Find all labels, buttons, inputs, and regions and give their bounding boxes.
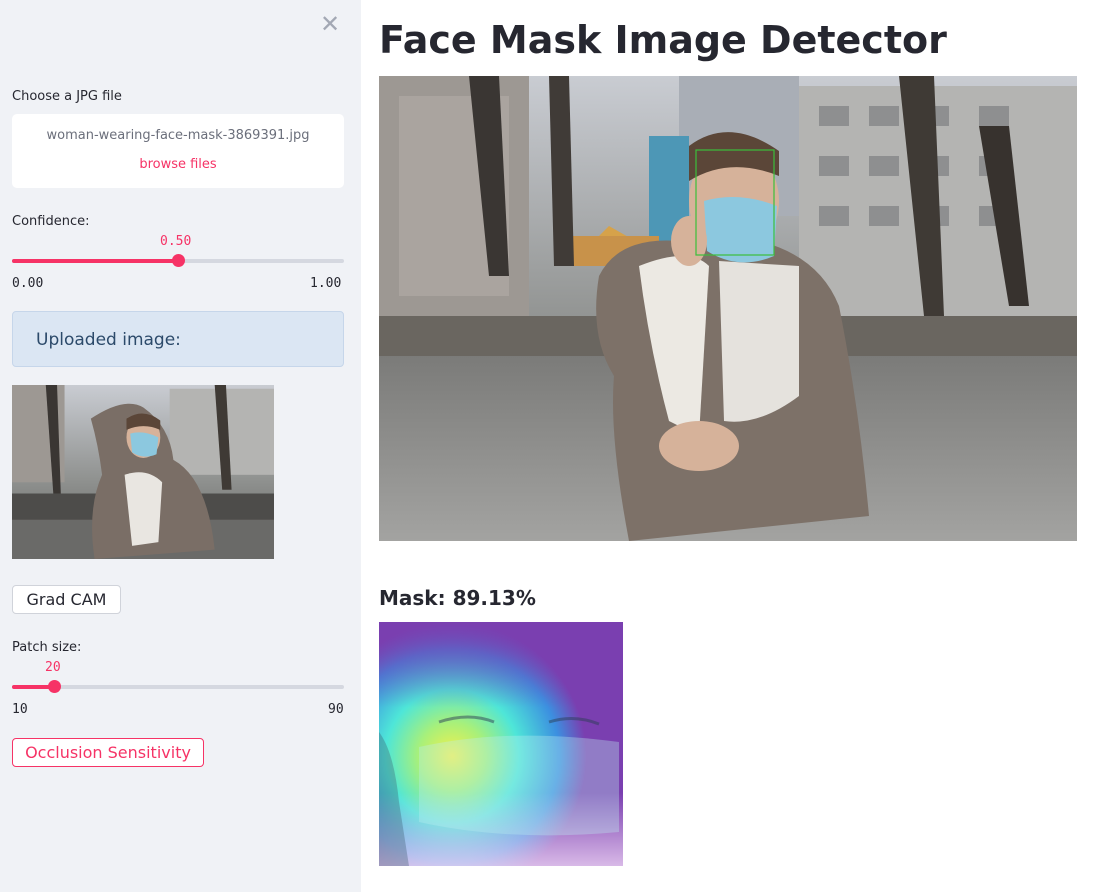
- grad-cam-button[interactable]: Grad CAM: [12, 585, 121, 614]
- patch-size-min: 10: [12, 702, 28, 717]
- confidence-slider-fill: [12, 259, 178, 263]
- close-icon[interactable]: ✕: [318, 12, 342, 36]
- confidence-slider-thumb[interactable]: [172, 254, 185, 267]
- confidence-slider[interactable]: [12, 254, 344, 267]
- uploaded-image-thumbnail: [12, 385, 274, 559]
- sidebar: ✕ Choose a JPG file woman-wearing-face-m…: [0, 0, 361, 892]
- patch-size-slider[interactable]: [12, 680, 344, 693]
- confidence-value: 0.50: [160, 234, 192, 249]
- browse-files-link[interactable]: browse files: [12, 157, 344, 172]
- confidence-max: 1.00: [310, 276, 342, 291]
- detection-result-image: [379, 76, 1077, 541]
- confidence-min: 0.00: [12, 276, 44, 291]
- uploader-label: Choose a JPG file: [12, 89, 122, 104]
- patch-size-label: Patch size:: [12, 640, 82, 655]
- mask-prediction: Mask: 89.13%: [379, 586, 536, 610]
- occlusion-sensitivity-button[interactable]: Occlusion Sensitivity: [12, 738, 204, 767]
- grad-cam-heatmap-image: [379, 622, 623, 866]
- patch-size-value: 20: [45, 660, 61, 675]
- patch-size-slider-thumb[interactable]: [47, 680, 61, 693]
- uploaded-filename: woman-wearing-face-mask-3869391.jpg: [46, 128, 310, 143]
- patch-size-max: 90: [328, 702, 344, 717]
- uploaded-image-info-text: Uploaded image:: [36, 330, 181, 350]
- page-title: Face Mask Image Detector: [379, 18, 947, 62]
- confidence-label: Confidence:: [12, 214, 90, 229]
- uploaded-image-info: Uploaded image:: [12, 311, 344, 367]
- file-uploader[interactable]: woman-wearing-face-mask-3869391.jpg brow…: [12, 114, 344, 188]
